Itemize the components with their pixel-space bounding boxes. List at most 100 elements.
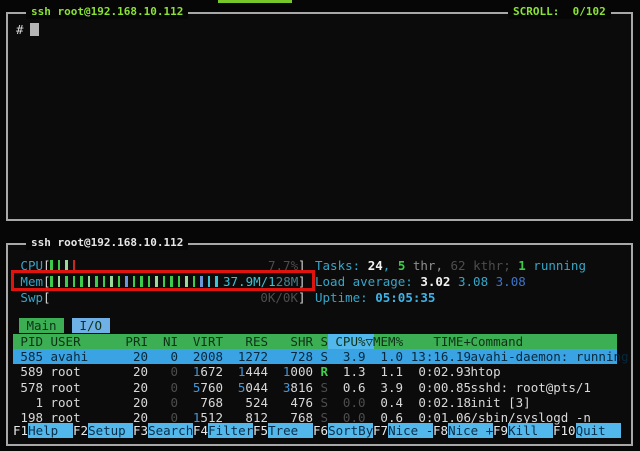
cell-virt: 2008 xyxy=(178,349,223,364)
cell-res: 1272 xyxy=(223,349,268,364)
cell-res: 5044 xyxy=(223,380,268,395)
bottom-pane-title: ssh root@192.168.10.112 xyxy=(26,236,188,250)
process-row-selected[interactable]: 585 avahi 20 0 2008 1272 728 S 3.9 1.0 1… xyxy=(13,349,617,364)
kernel-threads: 62 kthr; xyxy=(443,258,518,273)
swap-meter-close-bracket: ] xyxy=(298,290,306,305)
tab-main[interactable]: Main xyxy=(19,318,64,333)
cell-mem: 1.1 xyxy=(373,364,403,379)
fkey-quit[interactable]: F10Quit xyxy=(553,423,621,438)
header-command[interactable]: Command xyxy=(471,334,524,349)
top-pane-title: ssh root@192.168.10.112 xyxy=(26,5,188,19)
cell-time: 0:00.85 xyxy=(403,380,471,395)
cell-shr: 476 xyxy=(268,395,313,410)
cell-state: R xyxy=(313,364,328,379)
cell-virt: 1672 xyxy=(178,364,223,379)
cell-ni: 0 xyxy=(148,364,178,379)
process-row[interactable]: 589 root 20 0 1672 1444 1000 R 1.3 1.1 0… xyxy=(13,364,617,379)
uptime-value: 05:05:35 xyxy=(375,290,435,305)
tasks-separator: , xyxy=(383,258,398,273)
function-key-bar: F1Help F2Setup F3Search F4Filter F5Tree … xyxy=(13,423,621,438)
cell-user: avahi xyxy=(51,349,119,364)
process-row[interactable]: 578 root 20 0 5760 5044 3816 S 0.6 3.9 0… xyxy=(13,380,617,395)
swap-meter-label: Swp xyxy=(20,290,43,305)
swap-meter-value: 0K/0K xyxy=(260,290,298,305)
header-time[interactable]: TIME+ xyxy=(403,334,471,349)
cell-user: root xyxy=(51,364,119,379)
top-terminal-pane[interactable] xyxy=(6,12,633,221)
process-table-header: PID USER PRI NI VIRT RES SHR S CPU% ▽ ME… xyxy=(13,334,617,349)
shell-prompt: # xyxy=(16,22,24,37)
cell-res: 1444 xyxy=(223,364,268,379)
cell-virt: 5760 xyxy=(178,380,223,395)
tasks-label: Tasks: xyxy=(315,258,368,273)
fkey-search[interactable]: F3Search xyxy=(133,423,193,438)
uptime-label: Uptime: xyxy=(315,290,375,305)
tab-io[interactable]: I/O xyxy=(72,318,110,333)
fkey-help[interactable]: F1Help xyxy=(13,423,73,438)
fkey-tree[interactable]: F5Tree xyxy=(253,423,313,438)
header-state[interactable]: S xyxy=(313,334,328,349)
cell-ni: 0 xyxy=(148,380,178,395)
cell-pri: 20 xyxy=(118,380,148,395)
header-cpu[interactable]: CPU% xyxy=(328,334,366,349)
threads-label: thr, xyxy=(405,258,443,273)
uptime: Uptime: 05:05:35 xyxy=(315,290,435,305)
cell-ni: 0 xyxy=(148,395,178,410)
header-mem[interactable]: MEM% xyxy=(373,334,403,349)
fkey-filter[interactable]: F4Filter xyxy=(193,423,253,438)
cell-cpu: 0.6 xyxy=(328,380,366,395)
cell-pri: 20 xyxy=(118,364,148,379)
cell-pri: 20 xyxy=(118,349,148,364)
cell-ni: 0 xyxy=(148,349,178,364)
header-ni[interactable]: NI xyxy=(148,334,178,349)
header-pri[interactable]: PRI xyxy=(118,334,148,349)
cell-state: S xyxy=(313,349,328,364)
header-pid[interactable]: PID xyxy=(13,334,43,349)
mem-annotation-box xyxy=(11,270,315,291)
running-count: 1 xyxy=(518,258,526,273)
tasks-count: 24 xyxy=(368,258,383,273)
fkey-nice-plus[interactable]: F8Nice + xyxy=(433,423,493,438)
fkey-kill[interactable]: F9Kill xyxy=(493,423,553,438)
swap-meter-open-bracket: [ xyxy=(43,290,51,305)
cell-state: S xyxy=(313,380,328,395)
load-average: Load average: 3.02 3.08 3.08 xyxy=(315,274,526,289)
load-1min: 3.02 xyxy=(420,274,458,289)
cell-shr: 3816 xyxy=(268,380,313,395)
process-row[interactable]: 1 root 20 0 768 524 476 S 0.0 0.4 0:02.1… xyxy=(13,395,617,410)
tasks-summary: Tasks: 24, 5 thr, 62 kthr; 1 running xyxy=(315,258,586,273)
cell-cpu: 1.3 xyxy=(328,364,366,379)
header-virt[interactable]: VIRT xyxy=(178,334,223,349)
cell-state: S xyxy=(313,395,328,410)
cell-pid: 585 xyxy=(13,349,43,364)
cell-time: 0:02.93 xyxy=(403,364,471,379)
running-label: running xyxy=(526,258,586,273)
cell-cpu: 3.9 xyxy=(328,349,366,364)
load-label: Load average: xyxy=(315,274,420,289)
cell-time: 13:16.19 xyxy=(403,349,471,364)
fkey-sortby[interactable]: F6SortBy xyxy=(313,423,373,438)
fkey-nice-minus[interactable]: F7Nice - xyxy=(373,423,433,438)
cell-mem: 0.4 xyxy=(373,395,403,410)
load-5min: 3.08 xyxy=(458,274,496,289)
cell-mem: 3.9 xyxy=(373,380,403,395)
cell-shr: 1000 xyxy=(268,364,313,379)
cell-res: 524 xyxy=(223,395,268,410)
cell-time: 0:02.18 xyxy=(403,395,471,410)
cell-mem: 1.0 xyxy=(373,349,403,364)
cell-shr: 728 xyxy=(268,349,313,364)
cursor-block xyxy=(30,23,39,36)
top-edge-artifact xyxy=(218,0,292,3)
cell-virt: 768 xyxy=(178,395,223,410)
cell-user: root xyxy=(51,395,119,410)
cell-cpu: 0.0 xyxy=(328,395,366,410)
header-user[interactable]: USER xyxy=(51,334,119,349)
load-15min: 3.08 xyxy=(496,274,526,289)
header-shr[interactable]: SHR xyxy=(268,334,313,349)
cell-command: init [3] xyxy=(471,395,531,410)
cell-user: root xyxy=(51,380,119,395)
fkey-setup[interactable]: F2Setup xyxy=(73,423,133,438)
cell-pid: 1 xyxy=(13,395,43,410)
header-res[interactable]: RES xyxy=(223,334,268,349)
cell-pid: 578 xyxy=(13,380,43,395)
